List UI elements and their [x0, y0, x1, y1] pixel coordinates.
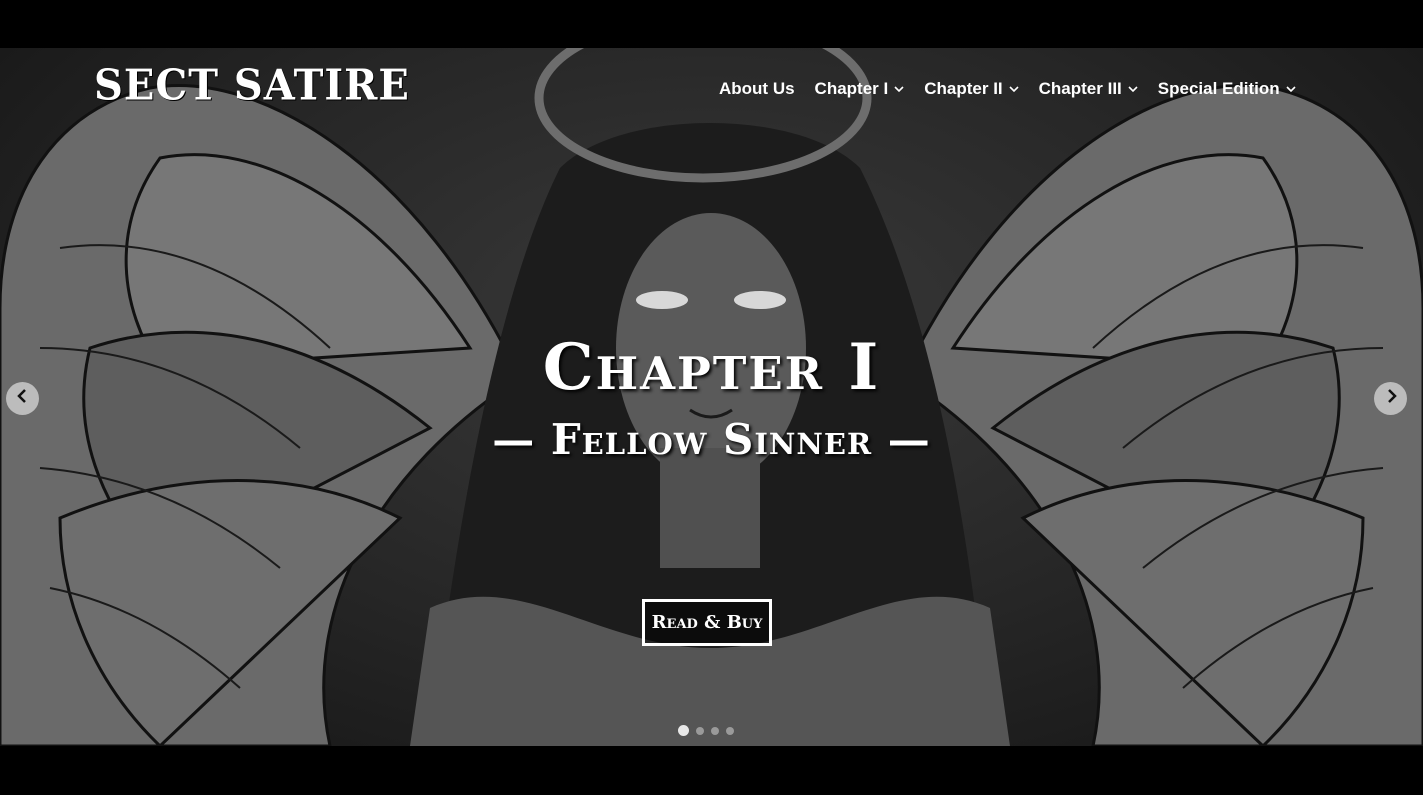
chevron-right-icon	[1383, 388, 1399, 409]
nav-chapter-i[interactable]: Chapter I	[815, 79, 905, 99]
nav-about-us[interactable]: About Us	[719, 79, 795, 99]
chevron-down-icon	[894, 84, 904, 94]
nav-chapter-iii-label: Chapter III	[1038, 79, 1122, 98]
nav-special-edition-label: Special Edition	[1157, 79, 1280, 98]
chevron-down-icon	[1286, 84, 1296, 94]
slide-dot-4[interactable]	[726, 726, 734, 735]
nav-chapter-i-label: Chapter I	[814, 79, 889, 98]
chevron-left-icon	[15, 388, 31, 409]
site-logo[interactable]: SECT SATIRE	[94, 62, 410, 109]
chevron-down-icon	[1009, 84, 1019, 94]
slider-pagination	[678, 725, 741, 736]
nav-special-edition[interactable]: Special Edition	[1158, 79, 1296, 99]
nav-chapter-iii[interactable]: Chapter III	[1039, 79, 1138, 99]
nav-chapter-ii-label: Chapter II	[924, 79, 1003, 98]
nav-chapter-ii[interactable]: Chapter II	[924, 79, 1019, 99]
slide-dot-3[interactable]	[711, 726, 719, 735]
slider-next-button[interactable]	[1374, 382, 1407, 415]
hero-subtitle: — Fellow Sinner —	[492, 415, 931, 464]
main-nav: About Us Chapter I Chapter II Chapter II…	[719, 76, 1316, 102]
read-and-buy-button[interactable]: Read & Buy	[642, 599, 772, 646]
nav-about-us-label: About Us	[719, 79, 795, 98]
slide-dot-1[interactable]	[678, 725, 689, 736]
slide-dot-2[interactable]	[696, 726, 704, 735]
chevron-down-icon	[1128, 84, 1138, 94]
hero-title: Chapter I	[542, 330, 881, 405]
slider-prev-button[interactable]	[6, 382, 39, 415]
